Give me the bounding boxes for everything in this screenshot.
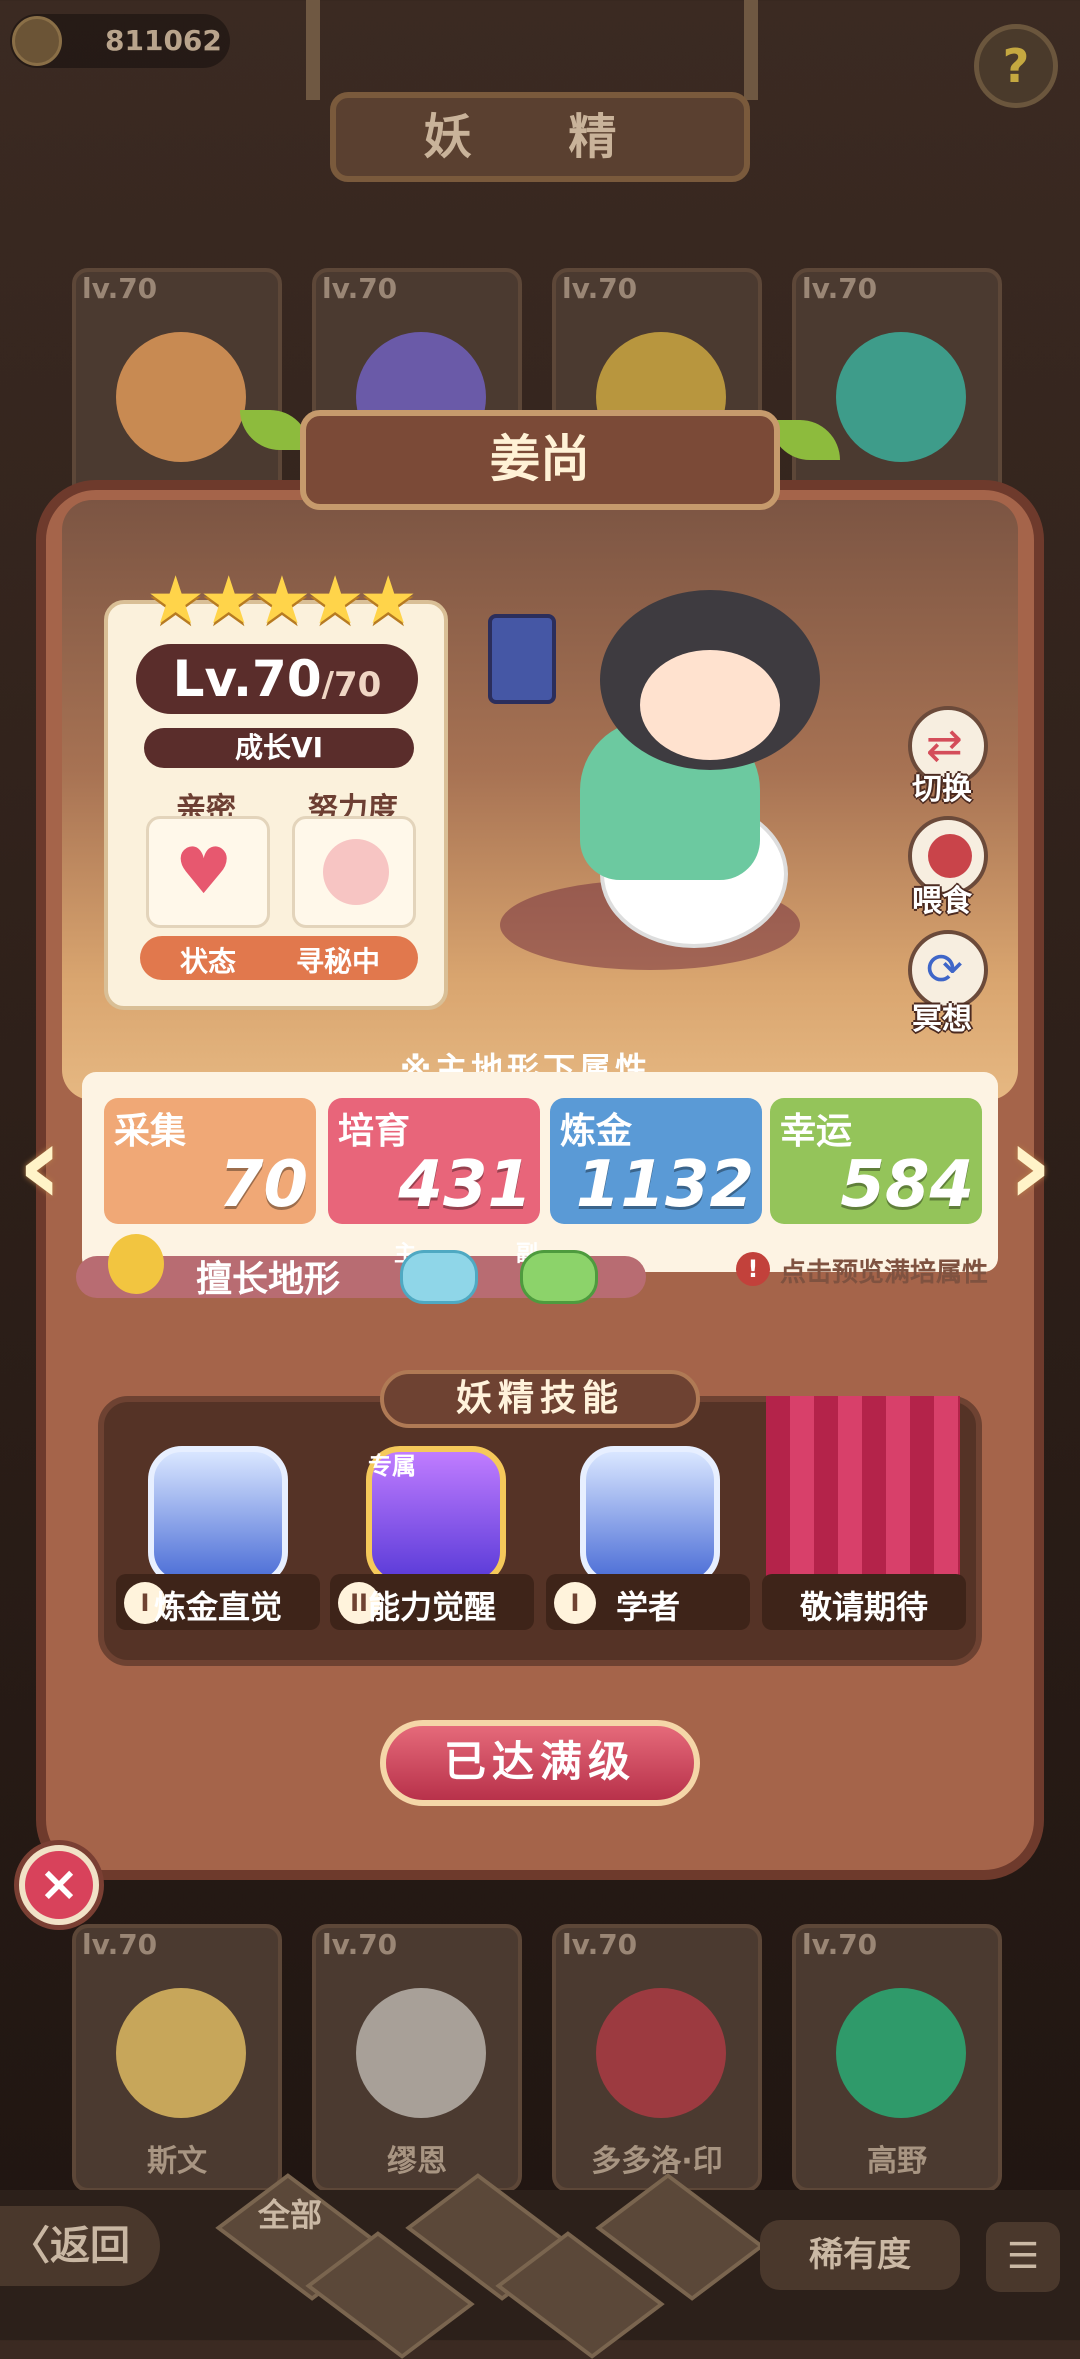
close-button[interactable]: × — [14, 1840, 104, 1930]
status-bar: 状态 寻秘中 — [140, 936, 418, 980]
preview-full-link[interactable]: 点击预览满培属性 — [780, 1252, 988, 1289]
max-level-button[interactable]: 已达满级 — [380, 1720, 700, 1806]
fairy-card[interactable]: lv.70 斯文 — [72, 1924, 282, 2192]
level-bar: Lv.70/70 — [136, 644, 418, 714]
shell-skill-icon[interactable] — [148, 1446, 288, 1586]
filter-all-label: 全部 — [258, 2196, 323, 2234]
attr-luck: 幸运 584 — [770, 1098, 982, 1224]
skill-label: 敬请期待 — [762, 1574, 966, 1630]
page-title: 妖 精 — [330, 92, 750, 182]
coin-counter: 811062 — [10, 14, 230, 68]
attr-nurture: 培育 431 — [328, 1098, 540, 1224]
rope-decoration — [744, 0, 758, 100]
fairy-portrait — [596, 1988, 726, 2118]
skill-name: 敬请期待 — [799, 1588, 928, 1626]
help-button[interactable]: ? — [974, 24, 1058, 108]
skill-label: I 炼金直觉 — [116, 1574, 320, 1630]
fairy-card[interactable]: lv.70 多多洛·印 — [552, 1924, 762, 2192]
skill-name: 能力觉醒 — [367, 1588, 496, 1626]
curtain-locked-slot — [766, 1396, 960, 1592]
card-level: lv.70 — [82, 1928, 158, 1961]
coin-amount: 811062 — [105, 24, 222, 57]
character-face[interactable] — [640, 650, 780, 760]
shell-skill-icon[interactable] — [580, 1446, 720, 1586]
fairy-portrait — [116, 1988, 246, 2118]
rope-decoration — [306, 0, 320, 100]
attr-value: 1132 — [575, 1148, 754, 1222]
card-name: 高野 — [867, 2144, 927, 2179]
attr-gather: 采集 70 — [104, 1098, 316, 1224]
card-name: 缪恩 — [387, 2144, 447, 2179]
attr-value: 70 — [218, 1148, 308, 1222]
card-level: lv.70 — [562, 272, 638, 305]
level-value: Lv.70 — [172, 650, 322, 708]
terrain-label: 擅长地形 — [196, 1259, 341, 1300]
attr-label: 采集 — [114, 1111, 187, 1152]
attr-value: 431 — [398, 1148, 532, 1222]
attr-label: 培育 — [338, 1111, 411, 1152]
close-icon: × — [25, 1851, 93, 1919]
terrain-sprout-icon — [108, 1234, 164, 1294]
exclusive-tag: 专属 — [368, 1452, 416, 1480]
sort-order-icon[interactable]: ☰ — [986, 2222, 1060, 2292]
growth-badge: 成长VI — [144, 728, 414, 768]
card-level: lv.70 — [322, 1928, 398, 1961]
card-name: 多多洛·印 — [591, 2144, 723, 2179]
feed-label: 喂食 — [912, 884, 972, 919]
attr-label: 幸运 — [780, 1111, 853, 1152]
attr-alchemy: 炼金 1132 — [550, 1098, 762, 1224]
card-level: lv.70 — [802, 272, 878, 305]
tarot-card-icon — [488, 614, 556, 704]
fairy-card[interactable]: lv.70 高野 — [792, 1924, 1002, 2192]
card-level: lv.70 — [802, 1928, 878, 1961]
card-name: 斯文 — [147, 2144, 207, 2179]
skill-name: 学者 — [615, 1588, 680, 1626]
effort-box[interactable] — [292, 816, 416, 928]
attr-label: 炼金 — [560, 1111, 633, 1152]
skills-title: 妖精技能 — [380, 1370, 700, 1428]
fairy-portrait — [356, 1988, 486, 2118]
card-level: lv.70 — [562, 1928, 638, 1961]
feed-meat-icon — [928, 834, 972, 878]
warning-icon[interactable]: ! — [736, 1252, 770, 1286]
next-fairy-arrow[interactable]: › — [1000, 1110, 1060, 1230]
status-label: 状态 — [180, 945, 237, 978]
skill-label: I 学者 — [546, 1574, 750, 1630]
fairy-name: 姜尚 — [300, 410, 780, 510]
fairy-card[interactable]: lv.70 缪恩 — [312, 1924, 522, 2192]
skill-label: II 能力觉醒 — [330, 1574, 534, 1630]
grass-terrain-icon[interactable] — [520, 1250, 598, 1304]
card-level: lv.70 — [82, 272, 158, 305]
fairy-portrait — [836, 332, 966, 462]
rarity-sort-button[interactable]: 稀有度 — [760, 2220, 960, 2290]
coin-icon — [12, 16, 62, 66]
attr-value: 584 — [840, 1148, 974, 1222]
back-button[interactable]: 〈返回 — [0, 2206, 160, 2286]
meditate-icon: ⟳ — [926, 944, 963, 995]
fairy-portrait — [116, 332, 246, 462]
heart-icon: ♥ — [175, 835, 233, 909]
status-value: 寻秘中 — [296, 945, 381, 978]
intimacy-box[interactable]: ♥ — [146, 816, 270, 928]
water-terrain-icon[interactable] — [400, 1250, 478, 1304]
meditate-label: 冥想 — [912, 1002, 972, 1037]
prev-fairy-arrow[interactable]: ‹ — [10, 1110, 70, 1230]
skill-name: 炼金直觉 — [153, 1588, 282, 1626]
card-level: lv.70 — [322, 272, 398, 305]
fairy-portrait — [836, 1988, 966, 2118]
star-rating: ★★★★★ — [146, 562, 418, 639]
switch-label: 切换 — [912, 772, 972, 807]
effort-face-icon — [323, 839, 389, 905]
level-max: /70 — [321, 665, 382, 705]
